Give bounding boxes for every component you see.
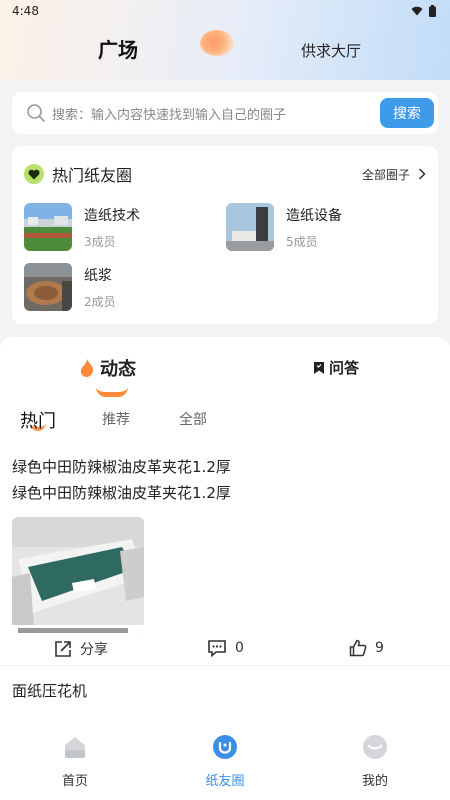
nav-home[interactable]: 首页 [15,728,135,800]
circle-name: 造纸技术 [84,207,140,224]
circle-community-icon [213,735,237,759]
hot-circles-header: 热门纸友圈 全部圈子 [24,162,426,186]
sub-tab-hot[interactable]: 热门 [20,407,56,433]
hot-circles-card: 热门纸友圈 全部圈子 造纸技术 3成员 造纸设备 5成员 纸浆 2成员 [12,146,438,324]
post-image[interactable] [12,517,144,637]
circle-item-papermaking-tech[interactable]: 造纸技术 3成员 [24,203,140,251]
nav-paper-circle[interactable]: 纸友圈 [165,728,285,800]
comment-button[interactable]: 0 [207,639,244,657]
share-label: 分享 [80,642,108,658]
nav-home-label: 首页 [61,774,88,789]
sub-tab-recommended[interactable]: 推荐 [102,409,130,429]
home-icon [65,737,85,758]
circle-name: 纸浆 [84,267,112,284]
bookmark-icon [314,361,324,374]
top-header: 广场 供求大厅 [0,22,450,78]
nav-paper-circle-label: 纸友圈 [205,774,245,789]
heart-icon [24,164,44,184]
circle-item-pulp[interactable]: 纸浆 2成员 [24,263,116,311]
comment-icon [208,640,226,657]
like-count: 9 [375,640,384,656]
circle-thumbnail [24,263,72,311]
all-circles-label: 全部圈子 [361,167,410,182]
post-body-line[interactable]: 绿色中田防辣椒油皮革夹花1.2厚 [12,481,231,505]
feed-tabs: 动态 问答 [0,347,450,397]
post-actions: 分享 0 9 [0,637,450,663]
search-icon [27,104,45,122]
profile-icon [363,735,387,759]
circle-thumbnail [24,203,72,251]
circle-name: 造纸设备 [286,207,342,224]
search-button[interactable]: 搜索 [380,98,434,128]
circle-member-count: 5成员 [286,234,318,249]
bottom-nav: 首页 纸友圈 我的 [0,728,450,800]
tab-dynamic-indicator [96,387,128,397]
tab-qa[interactable]: 问答 [313,357,359,378]
circle-item-papermaking-equipment[interactable]: 造纸设备 5成员 [226,203,342,251]
flame-icon [80,359,94,377]
battery-icon [429,5,436,17]
share-icon [55,641,71,657]
tab-indicator-blob [200,30,234,56]
all-circles-link[interactable]: 全部圈子 [362,166,426,183]
post-divider [0,665,450,666]
tab-qa-label: 问答 [329,359,360,377]
tab-square[interactable]: 广场 [98,34,138,63]
thumbs-up-icon [349,639,367,657]
comment-count: 0 [235,640,244,656]
feed-sub-tabs: 热门 推荐 全部 [0,401,450,437]
status-bar: 4:48 [0,0,450,22]
tab-supply-hall[interactable]: 供求大厅 [301,40,361,61]
search-input[interactable]: 搜索：输入内容快速找到输入自己的圈子 [52,104,380,123]
nav-mine-label: 我的 [361,774,388,789]
wifi-icon [411,6,423,16]
search-bar: 搜索：输入内容快速找到输入自己的圈子 搜索 [12,92,438,134]
status-time: 4:48 [12,4,39,18]
circle-member-count: 2成员 [84,294,116,309]
feed-panel: 动态 问答 热门 推荐 全部 绿色中田防辣椒油皮革夹花1.2厚 绿色中田防辣椒油… [0,337,450,728]
nav-mine[interactable]: 我的 [315,728,435,800]
share-button[interactable]: 分享 [54,639,108,659]
tab-dynamic[interactable]: 动态 [100,355,136,381]
status-icons [411,5,436,17]
post-title-line[interactable]: 面纸压花机 [12,680,87,701]
hot-circles-title: 热门纸友圈 [52,166,133,185]
like-button[interactable]: 9 [349,639,384,657]
post-title-line[interactable]: 绿色中田防辣椒油皮革夹花1.2厚 [12,455,231,479]
circle-thumbnail [226,203,274,251]
circle-member-count: 3成员 [84,234,116,249]
sub-tab-all[interactable]: 全部 [179,409,207,429]
chevron-right-icon [418,168,426,180]
